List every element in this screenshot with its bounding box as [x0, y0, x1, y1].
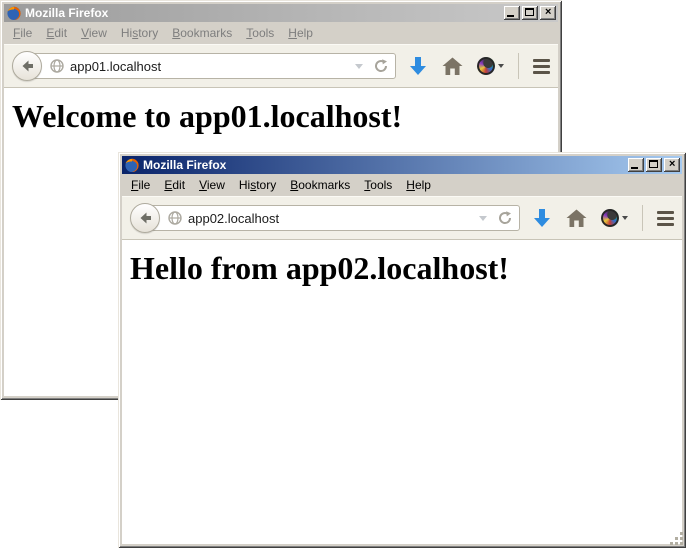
- maximize-button[interactable]: [522, 6, 538, 20]
- menu-help[interactable]: Help: [281, 23, 320, 43]
- addon-button[interactable]: [477, 57, 504, 75]
- menu-edit[interactable]: Edit: [39, 23, 74, 43]
- browser-window-app02: Mozilla Firefox × File Edit View History…: [118, 152, 686, 548]
- window-title: Mozilla Firefox: [143, 157, 625, 173]
- menu-history[interactable]: History: [232, 175, 283, 195]
- back-arrow-icon: [137, 210, 153, 226]
- app-menu-button[interactable]: [657, 211, 674, 226]
- minimize-button[interactable]: [504, 6, 520, 20]
- reload-icon[interactable]: [373, 58, 389, 74]
- hamburger-icon: [657, 211, 674, 214]
- navigation-toolbar: app02.localhost: [122, 196, 682, 240]
- minimize-button[interactable]: [628, 158, 644, 172]
- window-controls: ×: [504, 6, 556, 20]
- menu-bookmarks[interactable]: Bookmarks: [165, 23, 239, 43]
- home-icon[interactable]: [566, 209, 587, 228]
- menu-history[interactable]: History: [114, 23, 165, 43]
- menu-edit[interactable]: Edit: [157, 175, 192, 195]
- close-icon: ×: [664, 158, 680, 172]
- back-button[interactable]: [12, 51, 42, 81]
- window-controls: ×: [628, 158, 680, 172]
- menu-bookmarks[interactable]: Bookmarks: [283, 175, 357, 195]
- url-bar[interactable]: app01.localhost: [27, 53, 396, 79]
- titlebar[interactable]: Mozilla Firefox ×: [4, 4, 558, 22]
- menu-tools[interactable]: Tools: [357, 175, 399, 195]
- home-icon[interactable]: [442, 57, 463, 76]
- navigation-toolbar: app01.localhost: [4, 44, 558, 88]
- maximize-icon: [649, 160, 658, 168]
- chevron-down-icon: [622, 216, 628, 220]
- menu-bar: File Edit View History Bookmarks Tools H…: [4, 22, 558, 44]
- page-heading: Welcome to app01.localhost!: [12, 98, 558, 135]
- toolbar-buttons: [532, 205, 674, 231]
- menu-help[interactable]: Help: [399, 175, 438, 195]
- minimize-icon: [631, 167, 638, 169]
- menu-file[interactable]: File: [124, 175, 157, 195]
- colorwheel-icon: [601, 209, 619, 227]
- close-icon: ×: [540, 6, 556, 20]
- menu-tools[interactable]: Tools: [239, 23, 281, 43]
- addon-button[interactable]: [601, 209, 628, 227]
- url-text[interactable]: app02.localhost: [188, 211, 473, 226]
- menu-file[interactable]: File: [6, 23, 39, 43]
- hamburger-icon: [533, 59, 550, 62]
- resize-grip[interactable]: [669, 531, 684, 546]
- url-bar[interactable]: app02.localhost: [145, 205, 520, 231]
- download-icon[interactable]: [408, 56, 428, 77]
- menu-view[interactable]: View: [74, 23, 114, 43]
- app-menu-button[interactable]: [533, 59, 550, 74]
- back-button[interactable]: [130, 203, 160, 233]
- window-title: Mozilla Firefox: [25, 5, 501, 21]
- toolbar-separator: [518, 53, 519, 79]
- maximize-button[interactable]: [646, 158, 662, 172]
- maximize-icon: [525, 8, 534, 16]
- page-content-app02: Hello from app02.localhost!: [122, 240, 682, 544]
- colorwheel-icon: [477, 57, 495, 75]
- close-button[interactable]: ×: [664, 158, 680, 172]
- minimize-icon: [507, 15, 514, 17]
- close-button[interactable]: ×: [540, 6, 556, 20]
- url-text[interactable]: app01.localhost: [70, 59, 349, 74]
- urlbar-dropdown-icon[interactable]: [355, 64, 363, 69]
- firefox-logo-icon: [6, 5, 22, 21]
- chevron-down-icon: [498, 64, 504, 68]
- menu-bar: File Edit View History Bookmarks Tools H…: [122, 174, 682, 196]
- toolbar-separator: [642, 205, 643, 231]
- firefox-logo-icon: [124, 157, 140, 173]
- reload-icon[interactable]: [497, 210, 513, 226]
- back-arrow-icon: [19, 58, 35, 74]
- toolbar-buttons: [408, 53, 550, 79]
- menu-view[interactable]: View: [192, 175, 232, 195]
- page-heading: Hello from app02.localhost!: [130, 250, 682, 287]
- urlbar-dropdown-icon[interactable]: [479, 216, 487, 221]
- titlebar[interactable]: Mozilla Firefox ×: [122, 156, 682, 174]
- download-icon[interactable]: [532, 208, 552, 229]
- site-identity-globe-icon: [168, 211, 182, 225]
- site-identity-globe-icon: [50, 59, 64, 73]
